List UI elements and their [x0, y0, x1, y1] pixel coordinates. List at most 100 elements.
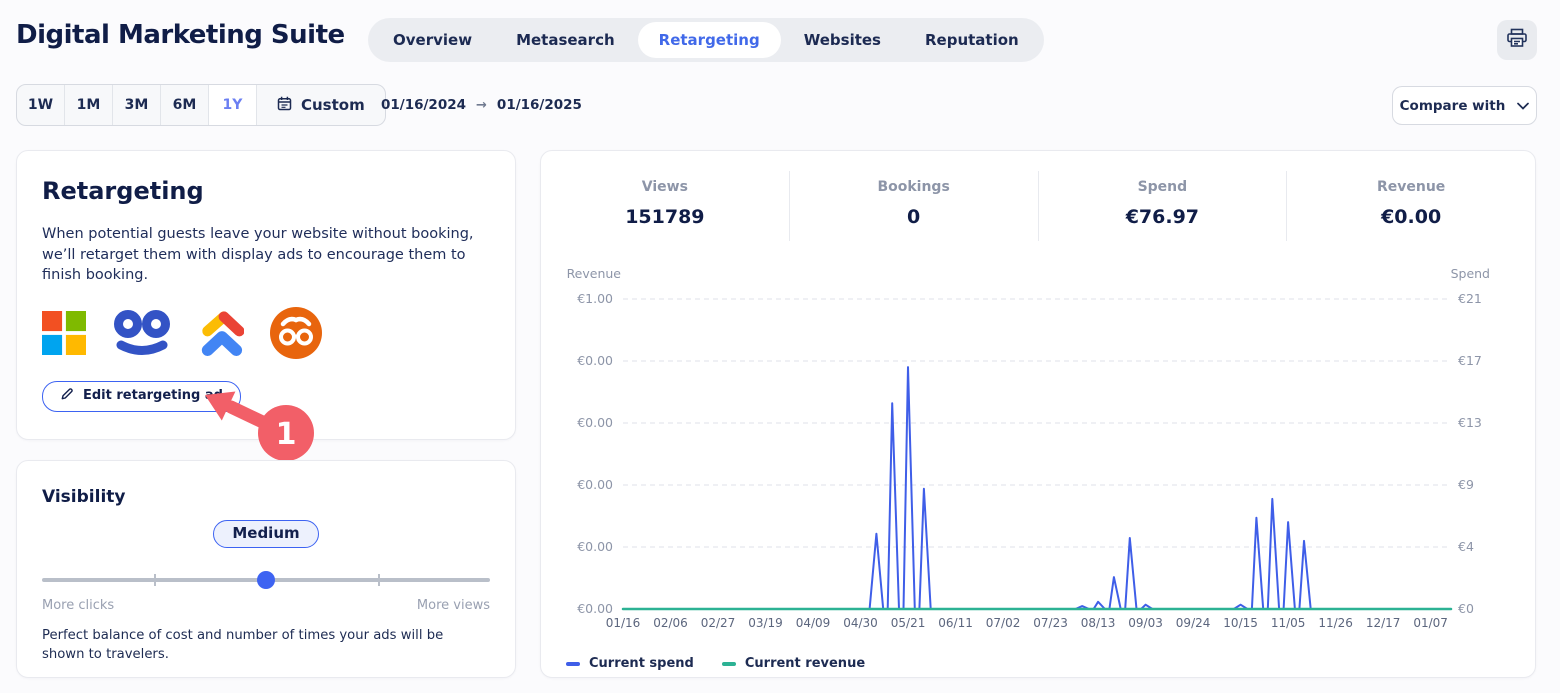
printer-icon	[1506, 28, 1528, 52]
print-button[interactable]	[1497, 20, 1537, 60]
svg-text:€0.00: €0.00	[577, 601, 613, 616]
svg-text:04/09: 04/09	[796, 616, 831, 630]
stat-spend: Spend €76.97	[1038, 171, 1287, 241]
range-6m[interactable]: 6M	[161, 85, 209, 125]
stat-revenue-value: €0.00	[1287, 206, 1535, 228]
range-1w[interactable]: 1W	[17, 85, 65, 125]
spend-swatch-icon	[566, 662, 580, 666]
stat-views-value: 151789	[541, 206, 789, 228]
visibility-title: Visibility	[42, 487, 490, 507]
visibility-slider[interactable]	[42, 570, 490, 590]
compare-with-label: Compare with	[1400, 98, 1506, 114]
legend-current-spend: Current spend	[566, 656, 694, 671]
svg-text:€0.00: €0.00	[577, 415, 613, 430]
svg-text:11/26: 11/26	[1318, 616, 1353, 630]
svg-text:07/23: 07/23	[1033, 616, 1068, 630]
slider-right-label: More views	[417, 598, 490, 613]
retargeting-title: Retargeting	[42, 177, 490, 205]
stat-views: Views 151789	[541, 171, 789, 241]
tab-metasearch[interactable]: Metasearch	[495, 22, 636, 58]
tab-retargeting[interactable]: Retargeting	[638, 22, 781, 58]
visibility-card: Visibility Medium More clicks More views…	[16, 460, 516, 678]
svg-text:€4: €4	[1458, 539, 1474, 554]
svg-text:01/16: 01/16	[606, 616, 641, 630]
svg-text:06/11: 06/11	[938, 616, 973, 630]
svg-text:€0.00: €0.00	[577, 539, 613, 554]
google-ads-icon	[198, 309, 244, 361]
slider-left-label: More clicks	[42, 598, 114, 613]
svg-text:€13: €13	[1458, 415, 1482, 430]
legend-current-revenue: Current revenue	[722, 656, 865, 671]
range-1m[interactable]: 1M	[65, 85, 113, 125]
taboola-icon	[111, 309, 173, 361]
chart-legend: Current spend Current revenue	[566, 656, 865, 671]
svg-text:02/27: 02/27	[701, 616, 736, 630]
svg-text:07/02: 07/02	[986, 616, 1021, 630]
slider-tick	[154, 574, 156, 586]
range-custom[interactable]: Custom	[257, 85, 385, 125]
stats-row: Views 151789 Bookings 0 Spend €76.97 Rev…	[541, 151, 1535, 241]
chevron-down-icon	[1517, 98, 1529, 114]
stat-revenue-label: Revenue	[1287, 179, 1535, 195]
svg-text:€0: €0	[1458, 601, 1474, 616]
date-range-display: 01/16/2024 → 01/16/2025	[381, 97, 582, 113]
spend-revenue-chart: Revenue Spend €1.00 €21 €0.00 €17 €0.00 €13 €0.0…	[541, 256, 1537, 636]
retargeting-description: When potential guests leave your website…	[42, 224, 490, 286]
stat-bookings-value: 0	[790, 206, 1038, 228]
arrow-right-icon: →	[476, 98, 487, 113]
range-custom-label: Custom	[301, 96, 365, 114]
tab-overview[interactable]: Overview	[372, 22, 493, 58]
range-3m[interactable]: 3M	[113, 85, 161, 125]
svg-text:05/21: 05/21	[891, 616, 926, 630]
svg-text:€21: €21	[1458, 291, 1482, 306]
svg-text:09/03: 09/03	[1128, 616, 1163, 630]
svg-text:€1.00: €1.00	[577, 291, 613, 306]
tab-websites[interactable]: Websites	[783, 22, 902, 58]
legend-current-spend-label: Current spend	[589, 656, 694, 671]
page-title: Digital Marketing Suite	[16, 20, 345, 50]
legend-current-revenue-label: Current revenue	[745, 656, 865, 671]
edit-retargeting-ad-button[interactable]: Edit retargeting ad	[42, 381, 241, 412]
date-to: 01/16/2025	[497, 97, 582, 113]
stat-spend-value: €76.97	[1039, 206, 1287, 228]
main-tabs: Overview Metasearch Retargeting Websites…	[368, 18, 1044, 62]
retargeting-card: Retargeting When potential guests leave …	[16, 150, 516, 440]
svg-text:01/07: 01/07	[1413, 616, 1448, 630]
stat-spend-label: Spend	[1039, 179, 1287, 195]
svg-text:€9: €9	[1458, 477, 1474, 492]
svg-text:11/05: 11/05	[1271, 616, 1306, 630]
slider-tick	[378, 574, 380, 586]
pencil-icon	[60, 387, 74, 405]
svg-text:12/17: 12/17	[1366, 616, 1401, 630]
svg-text:Revenue: Revenue	[567, 266, 622, 281]
visibility-level-badge: Medium	[213, 520, 318, 548]
range-1y[interactable]: 1Y	[209, 85, 257, 125]
compare-with-dropdown[interactable]: Compare with	[1392, 86, 1537, 125]
svg-text:02/06: 02/06	[653, 616, 688, 630]
svg-text:08/13: 08/13	[1081, 616, 1116, 630]
stat-bookings-label: Bookings	[790, 179, 1038, 195]
svg-text:€0.00: €0.00	[577, 477, 613, 492]
calendar-icon	[277, 96, 292, 115]
svg-text:10/15: 10/15	[1223, 616, 1258, 630]
revenue-swatch-icon	[722, 662, 736, 666]
stat-revenue: Revenue €0.00	[1286, 171, 1535, 241]
tab-reputation[interactable]: Reputation	[904, 22, 1040, 58]
outbrain-icon	[269, 306, 323, 364]
svg-text:09/24: 09/24	[1176, 616, 1211, 630]
stat-bookings: Bookings 0	[789, 171, 1038, 241]
svg-text:Spend: Spend	[1451, 266, 1490, 281]
date-from: 01/16/2024	[381, 97, 466, 113]
date-range-selector: 1W 1M 3M 6M 1Y Custom	[16, 84, 386, 126]
microsoft-icon	[42, 311, 86, 359]
svg-text:03/19: 03/19	[748, 616, 783, 630]
stat-views-label: Views	[541, 179, 789, 195]
slider-handle[interactable]	[257, 571, 275, 589]
svg-text:€17: €17	[1458, 353, 1482, 368]
svg-text:04/30: 04/30	[843, 616, 878, 630]
performance-chart-card: Views 151789 Bookings 0 Spend €76.97 Rev…	[540, 150, 1536, 678]
visibility-description: Perfect balance of cost and number of ti…	[42, 627, 482, 664]
edit-retargeting-ad-label: Edit retargeting ad	[83, 388, 223, 403]
svg-text:€0.00: €0.00	[577, 353, 613, 368]
platform-icons-row	[42, 307, 490, 363]
